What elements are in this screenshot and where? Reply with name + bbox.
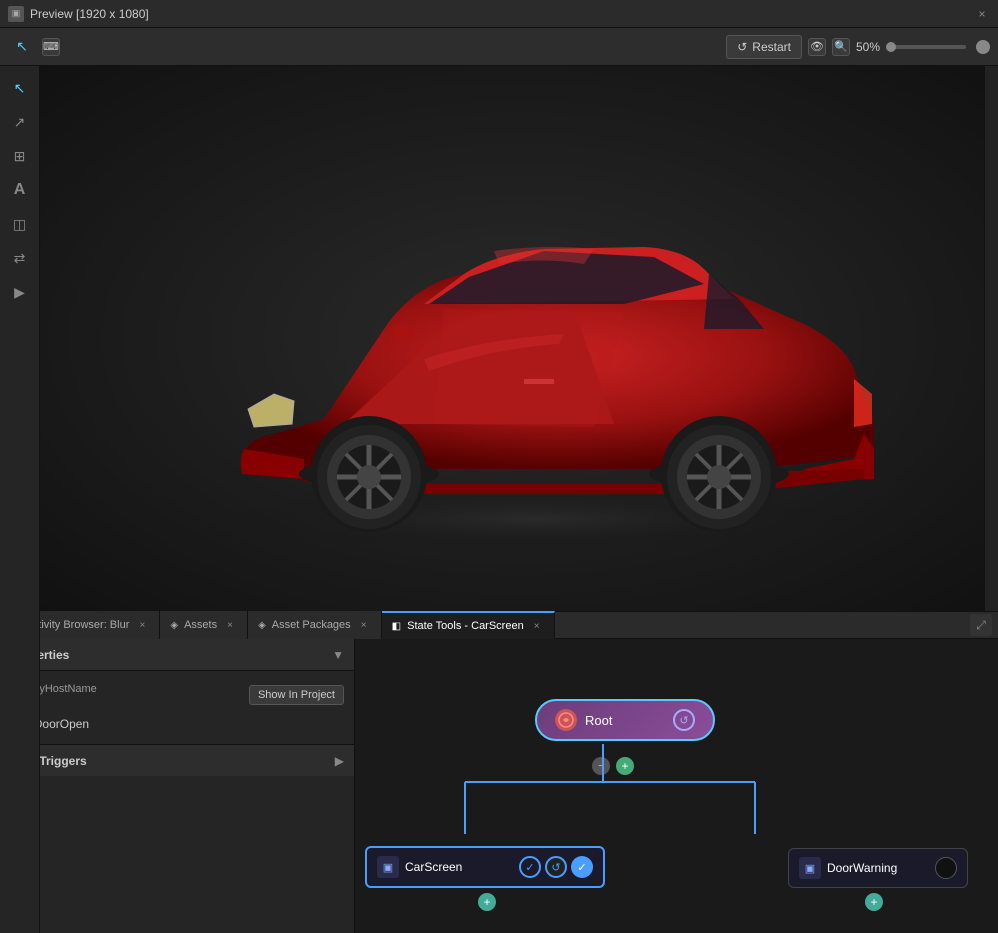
preview-vertical-scrollbar[interactable] — [984, 66, 998, 611]
zoom-slider[interactable] — [886, 45, 966, 49]
sidebar-grid-icon[interactable]: ⊞ — [6, 142, 34, 170]
tab-close-state-tools[interactable]: × — [530, 619, 544, 633]
zoom-level: 50% — [856, 40, 880, 54]
window-icon: ▣ — [8, 6, 24, 22]
zoom-control: 50% — [856, 40, 990, 54]
restart-icon: ↺ — [737, 40, 747, 54]
sidebar-share-icon[interactable]: ⇄ — [6, 244, 34, 272]
sidebar-arrow-icon[interactable]: ↗ — [6, 108, 34, 136]
doorwarning-add-btn[interactable]: + — [865, 893, 883, 911]
state-item-label: DoorOpen — [34, 717, 89, 731]
activity-host-row: ActivityHostName Root Show In Project — [10, 679, 344, 711]
sidebar-layers-icon[interactable]: ◫ — [6, 210, 34, 238]
tab-asset-packages-icon: ◈ — [258, 620, 266, 631]
tab-bar-end: ⤢ — [970, 614, 998, 636]
cursor-tool-icon[interactable]: ↖ — [8, 33, 36, 61]
tab-close-assets[interactable]: × — [223, 618, 237, 632]
zoom-dot — [976, 40, 990, 54]
properties-header: Properties ▼ — [0, 639, 354, 671]
tab-bar: ◧ Activity Browser: Blur × ◈ Assets × ◈ … — [0, 611, 998, 639]
car-svg — [144, 129, 894, 549]
carscreen-icon: ▣ — [377, 856, 399, 878]
tab-asset-packages-label: Asset Packages — [272, 619, 351, 631]
toolbar: ↖ ⌨ ↺ Restart 👁 🔍 50% — [0, 28, 998, 66]
restart-button[interactable]: ↺ Restart — [726, 35, 802, 59]
window-title: Preview [1920 x 1080] — [30, 7, 974, 21]
doorwarning-icon: ▣ — [799, 857, 821, 879]
sidebar-cursor-icon[interactable]: ↖ — [6, 74, 34, 102]
root-node-left: Root — [555, 709, 612, 731]
tab-assets[interactable]: ◈ Assets × — [160, 611, 248, 639]
connector-plus-btn[interactable]: + — [616, 757, 634, 775]
search-icon[interactable]: 🔍 — [832, 38, 850, 56]
doorwarning-action-btn[interactable] — [935, 857, 957, 879]
carscreen-node[interactable]: ▣ CarScreen ✓ ↺ ✓ — [365, 846, 605, 888]
tab-assets-icon: ◈ — [170, 620, 178, 631]
carscreen-check-btn[interactable]: ✓ — [519, 856, 541, 878]
properties-panel: Properties ▼ ActivityHostName Root Show … — [0, 639, 355, 933]
carscreen-play-btn[interactable]: ✓ — [571, 856, 593, 878]
tab-state-tools-label: State Tools - CarScreen — [407, 620, 524, 632]
tab-state-tools[interactable]: ◧ State Tools - CarScreen × — [382, 611, 555, 639]
carscreen-label: CarScreen — [405, 860, 513, 874]
carscreen-refresh-btn[interactable]: ↺ — [545, 856, 567, 878]
carscreen-buttons: ✓ ↺ ✓ — [519, 856, 593, 878]
title-bar: ▣ Preview [1920 x 1080] × — [0, 0, 998, 28]
tab-close-asset-packages[interactable]: × — [357, 618, 371, 632]
tab-assets-label: Assets — [184, 619, 217, 631]
tab-close-activity[interactable]: × — [135, 618, 149, 632]
preview-area — [40, 66, 998, 611]
data-triggers-arrow: ▶ — [335, 754, 344, 768]
state-canvas: Root ↺ − + ▣ CarScreen ✓ ↺ ✓ — [355, 639, 998, 933]
connector-minus-btn[interactable]: − — [592, 757, 610, 775]
properties-toggle[interactable]: ▼ — [332, 648, 344, 662]
sidebar-text-icon[interactable]: A — [6, 176, 34, 204]
bottom-panel: Properties ▼ ActivityHostName Root Show … — [0, 639, 998, 933]
expand-panel-btn[interactable]: ⤢ — [970, 614, 992, 636]
root-refresh-btn[interactable]: ↺ — [673, 709, 695, 731]
close-button[interactable]: × — [974, 6, 990, 22]
doorwarning-label: DoorWarning — [827, 861, 929, 875]
dooropen-state-item[interactable]: ↖ DoorOpen — [10, 711, 344, 736]
left-sidebar: ↖ ↗ ⊞ A ◫ ⇄ ▶ — [0, 66, 40, 933]
eye-icon[interactable]: 👁 — [808, 38, 826, 56]
carscreen-add-btn[interactable]: + — [478, 893, 496, 911]
sidebar-video-icon[interactable]: ▶ — [6, 278, 34, 306]
tab-state-tools-icon: ◧ — [392, 621, 401, 632]
doorwarning-node[interactable]: ▣ DoorWarning — [788, 848, 968, 888]
data-triggers-header[interactable]: Data Triggers ▶ — [0, 744, 354, 776]
keyboard-icon[interactable]: ⌨ — [42, 38, 60, 56]
car-preview — [40, 66, 998, 611]
show-in-project-button[interactable]: Show In Project — [249, 685, 344, 705]
root-node[interactable]: Root ↺ — [535, 699, 715, 741]
connection-lines — [355, 639, 998, 933]
tab-asset-packages[interactable]: ◈ Asset Packages × — [248, 611, 382, 639]
root-node-label: Root — [585, 713, 612, 728]
properties-content: ActivityHostName Root Show In Project ↖ … — [0, 671, 354, 744]
tab-label: Activity Browser: Blur — [25, 619, 129, 631]
root-node-icon — [555, 709, 577, 731]
